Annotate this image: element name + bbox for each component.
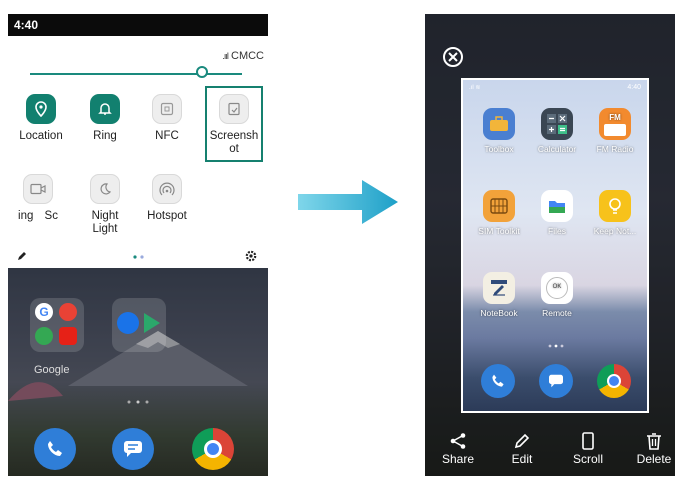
transition-arrow-icon bbox=[298, 180, 398, 224]
app-sim-toolkit[interactable]: SIM Toolkit bbox=[471, 190, 527, 236]
nfc-icon bbox=[152, 94, 182, 124]
preview-messages-icon[interactable] bbox=[539, 364, 573, 398]
screenshot-preview[interactable]: .ıl ≋ 4:40 Toolbox Calculator FM FM Radi… bbox=[461, 78, 649, 413]
app-label: NoteBook bbox=[480, 308, 518, 318]
tile-label: NFC bbox=[155, 130, 179, 142]
page-indicator-icon bbox=[133, 255, 144, 259]
tile-label: Location bbox=[19, 130, 63, 142]
moon-icon bbox=[90, 174, 120, 204]
scroll-button[interactable]: Scroll bbox=[563, 432, 613, 466]
edit-icon[interactable] bbox=[16, 250, 28, 262]
pencil-icon bbox=[514, 433, 530, 449]
preview-signal-icon: .ıl ≋ bbox=[469, 85, 481, 91]
trash-icon bbox=[647, 433, 661, 450]
share-label: Share bbox=[441, 452, 475, 466]
app-remote[interactable]: OK Remote bbox=[529, 272, 585, 318]
keep-notes-icon bbox=[599, 190, 631, 222]
left-phone-screen: 4:40 .ııl CMCC Location Ring NFC Screens… bbox=[8, 14, 268, 476]
fm-badge: FM bbox=[609, 112, 621, 122]
app-toolbox[interactable]: Toolbox bbox=[471, 108, 527, 154]
home-page-indicator-icon bbox=[127, 400, 149, 404]
tile-label: Night Light bbox=[91, 210, 119, 235]
tile-screenshot[interactable]: Screensh ot bbox=[204, 94, 264, 156]
app-label: Toolbox bbox=[484, 144, 514, 154]
app-label: FM Radio bbox=[596, 144, 634, 154]
duo-icon bbox=[117, 312, 139, 334]
carrier-name: CMCC bbox=[231, 50, 264, 62]
location-icon bbox=[26, 94, 56, 124]
carrier-indicator: .ııl CMCC bbox=[222, 50, 264, 62]
tile-label: Ring bbox=[93, 130, 117, 142]
maps-icon bbox=[35, 327, 53, 345]
app-label: Remote bbox=[542, 308, 572, 318]
screenshot-icon bbox=[219, 94, 249, 124]
tile-ring[interactable]: Ring bbox=[75, 94, 135, 143]
remote-badge: OK bbox=[546, 277, 568, 299]
app-label: SIM Toolkit bbox=[478, 226, 520, 236]
youtube-icon bbox=[59, 327, 77, 345]
google-folder-label: Google bbox=[34, 364, 70, 376]
app-calculator[interactable]: Calculator bbox=[529, 108, 585, 154]
right-phone-screen: .ıl ≋ 4:40 Toolbox Calculator FM FM Radi… bbox=[425, 14, 675, 476]
app-fm-radio[interactable]: FM FM Radio bbox=[587, 108, 643, 154]
tile-nfc[interactable]: NFC bbox=[137, 94, 197, 143]
tile-location[interactable]: Location bbox=[11, 94, 71, 143]
app-keep-notes[interactable]: Keep Not... bbox=[587, 190, 643, 236]
tile-hotspot[interactable]: Hotspot bbox=[137, 174, 197, 223]
duo-play-folder[interactable] bbox=[112, 298, 166, 352]
close-circle-icon[interactable] bbox=[442, 46, 464, 68]
preview-chrome-icon[interactable] bbox=[597, 364, 631, 398]
settings-gear-icon[interactable] bbox=[244, 249, 258, 263]
app-notebook[interactable]: NoteBook bbox=[471, 272, 527, 318]
app-label: Keep Not... bbox=[593, 226, 637, 236]
delete-button[interactable]: Delete bbox=[629, 432, 675, 466]
home-screen-dim-overlay: G Google bbox=[8, 268, 268, 476]
scroll-label: Scroll bbox=[572, 452, 603, 466]
brightness-thumb[interactable] bbox=[196, 66, 208, 78]
calculator-icon bbox=[541, 108, 573, 140]
preview-time: 4:40 bbox=[627, 84, 641, 91]
share-icon bbox=[450, 433, 466, 449]
bell-icon bbox=[90, 94, 120, 124]
status-time: 4:40 bbox=[14, 18, 39, 32]
google-g-icon: G bbox=[35, 303, 53, 321]
remote-icon: OK bbox=[541, 272, 573, 304]
status-bar: 4:40 bbox=[8, 14, 268, 36]
chrome-small-icon bbox=[59, 303, 77, 321]
tile-night-light[interactable]: Night Light bbox=[75, 174, 135, 236]
fm-radio-icon: FM bbox=[599, 108, 631, 140]
app-label: Calculator bbox=[537, 144, 577, 154]
phone-app-icon[interactable] bbox=[34, 428, 76, 470]
preview-page-indicator-icon bbox=[548, 344, 564, 348]
app-label: Files bbox=[548, 226, 566, 236]
screen-record-icon bbox=[23, 174, 53, 204]
chrome-app-icon[interactable] bbox=[192, 428, 234, 470]
signal-icon: .ııl bbox=[222, 51, 228, 61]
hotspot-icon bbox=[152, 174, 182, 204]
delete-label: Delete bbox=[636, 452, 672, 466]
notebook-icon bbox=[483, 272, 515, 304]
preview-status-bar: .ıl ≋ 4:40 bbox=[467, 82, 643, 94]
files-icon bbox=[541, 190, 573, 222]
tile-screen-recording[interactable]: ing Sc bbox=[8, 174, 68, 223]
tile-label: Screensh ot bbox=[209, 130, 259, 155]
scroll-screenshot-icon bbox=[582, 432, 594, 450]
edit-button[interactable]: Edit bbox=[497, 432, 547, 466]
share-button[interactable]: Share bbox=[433, 432, 483, 466]
sim-toolkit-icon bbox=[483, 190, 515, 222]
app-files[interactable]: Files bbox=[529, 190, 585, 236]
messages-app-icon[interactable] bbox=[112, 428, 154, 470]
tile-label: Hotspot bbox=[147, 210, 187, 222]
brightness-slider[interactable] bbox=[30, 73, 242, 75]
toolbox-icon bbox=[483, 108, 515, 140]
edit-label: Edit bbox=[511, 452, 533, 466]
tile-label: ing Sc bbox=[18, 210, 58, 222]
google-folder[interactable]: G bbox=[30, 298, 84, 352]
preview-phone-icon[interactable] bbox=[481, 364, 515, 398]
play-store-icon bbox=[144, 313, 160, 333]
quick-settings-toolbar bbox=[8, 246, 268, 268]
